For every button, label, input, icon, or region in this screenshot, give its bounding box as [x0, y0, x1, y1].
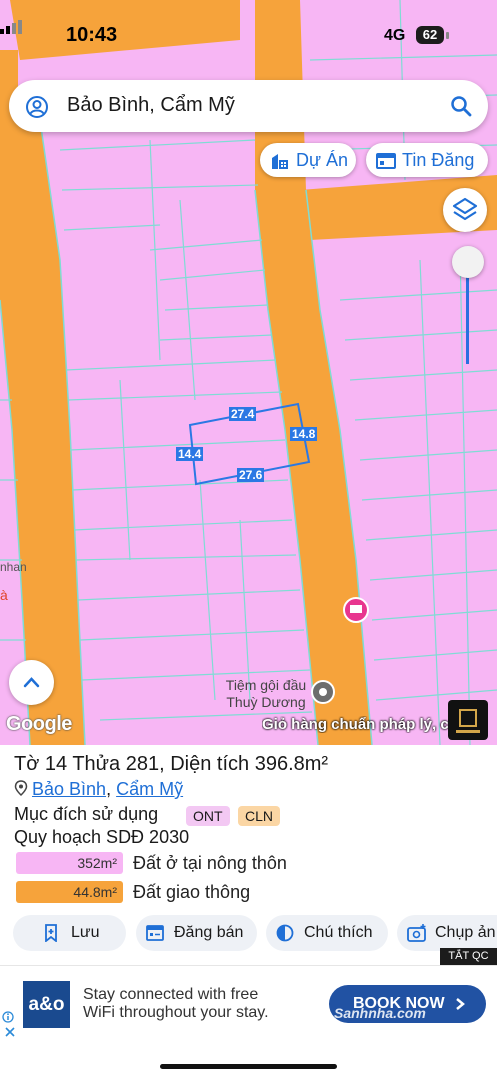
poi-label[interactable]: Tiệm gội đầu Thuỳ Dương [216, 677, 316, 711]
ad-close-icon[interactable] [4, 1026, 16, 1038]
layers-icon [452, 197, 478, 221]
legend-label: Đất ở tại nông thôn [133, 853, 287, 873]
chevron-up-icon [23, 677, 40, 688]
status-time: 10:43 [66, 24, 118, 46]
legend-value: 44.8m² [16, 881, 123, 903]
signal-icon [0, 20, 22, 34]
legend-button[interactable]: Chú thích [266, 915, 388, 951]
ad-line-1: Stay connected with free [83, 986, 259, 1003]
poi-name-line1: Tiệm gội đầu [225, 677, 307, 693]
battery-icon: 62 [416, 26, 444, 44]
search-bar[interactable]: Bảo Bình, Cẩm Mỹ [9, 80, 488, 132]
parcel-title: Tờ 14 Thửa 281, Diện tích 396.8m² [14, 753, 329, 775]
status-bar: 10:43 4G 62 [0, 20, 497, 56]
building-icon [272, 154, 288, 169]
ad-copy: Stay connected with free WiFi throughout… [83, 986, 269, 1022]
parcel-info-panel: Tờ 14 Thửa 281, Diện tích 396.8m² Bảo Bì… [0, 745, 497, 965]
parcel-dim-top: 27.4 [229, 407, 257, 421]
map-view[interactable]: 27.4 14.8 14.4 27.6 nhan à Tiệm gội đầu … [0, 0, 497, 745]
ad-banner[interactable]: a&o Stay connected with free WiFi throug… [0, 965, 497, 1041]
location-separator: , [106, 779, 112, 799]
land-purpose-label: Mục đích sử dụng [14, 804, 159, 824]
badge-ont: ONT [186, 806, 230, 826]
badge-cln: CLN [238, 806, 281, 826]
parcel-dim-bottom: 27.6 [237, 468, 265, 482]
network-type: 4G [384, 27, 406, 44]
watermark: Sanhnha.com [334, 1005, 426, 1021]
home-indicator [160, 1064, 337, 1069]
legend-label: Chú thích [304, 924, 373, 941]
ad-line-2: WiFi throughout your stay. [83, 1004, 269, 1021]
contrast-icon [276, 924, 294, 942]
capture-button[interactable]: Chụp ản [397, 915, 497, 951]
poi-name-line2: Thuỳ Dương [226, 694, 306, 710]
chevron-right-icon [456, 998, 465, 1010]
battery-cap [446, 32, 449, 39]
location-pin-icon [14, 780, 28, 797]
parcel-dim-right: 14.8 [290, 427, 318, 441]
chip-tin-dang[interactable]: Tin Đăng [366, 143, 488, 177]
google-attribution: Google [6, 713, 72, 735]
save-button[interactable]: Lưu [13, 915, 126, 951]
camera-add-icon [407, 924, 426, 942]
legend-label: Đất giao thông [133, 882, 251, 902]
location-link-cam-my[interactable]: Cẩm Mỹ [116, 779, 183, 799]
chip-du-an[interactable]: Dự Án [260, 143, 356, 177]
location-link-bao-binh[interactable]: Bảo Bình [32, 779, 106, 799]
search-icon[interactable] [450, 95, 472, 117]
hide-ad-button[interactable]: TẮT QC [440, 948, 497, 965]
parcel-location: Bảo Bình, Cẩm Mỹ [14, 779, 183, 800]
chip-du-an-label: Dự Án [296, 150, 349, 170]
layers-button[interactable] [443, 188, 487, 232]
post-listing-button[interactable]: Đăng bán [136, 915, 257, 951]
search-query[interactable]: Bảo Bình, Cẩm Mỹ [67, 94, 235, 117]
map-edge-label: à [0, 587, 8, 603]
promo-thumbnail[interactable] [448, 700, 488, 740]
opacity-slider-track[interactable] [466, 270, 469, 364]
map-edge-label: nhan [0, 560, 27, 574]
parcel-dim-left: 14.4 [176, 447, 204, 461]
save-label: Lưu [71, 924, 100, 941]
opacity-slider-handle[interactable] [452, 246, 484, 278]
listing-icon [376, 153, 396, 169]
listing-icon [146, 925, 164, 941]
account-circle-icon[interactable] [25, 95, 49, 119]
capture-label: Chụp ản [435, 924, 496, 941]
legend-value: 352m² [16, 852, 123, 874]
recenter-button[interactable] [9, 660, 54, 705]
chip-tin-dang-label: Tin Đăng [402, 150, 475, 170]
bookmark-add-icon [45, 924, 57, 942]
zoning-plan-label: Quy hoạch SDĐ 2030 [14, 827, 190, 847]
post-listing-label: Đăng bán [174, 924, 244, 941]
ad-info-icon[interactable] [2, 1011, 14, 1023]
ad-brand-logo: a&o [23, 981, 70, 1028]
